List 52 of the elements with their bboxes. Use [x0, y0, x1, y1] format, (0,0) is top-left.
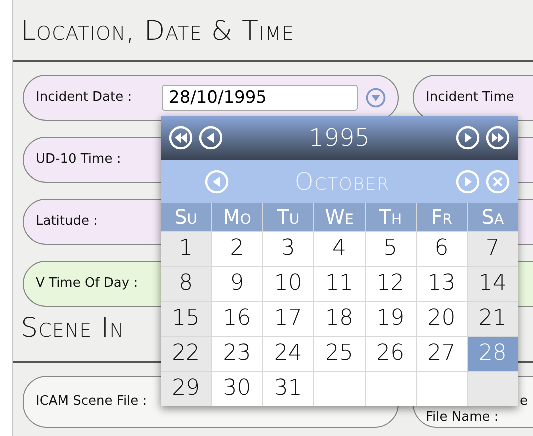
weekday-header: Su: [161, 203, 212, 231]
day-cell[interactable]: 13: [416, 267, 467, 301]
weekday-header: Tu: [263, 203, 314, 231]
field-label: Incident Date :: [36, 90, 134, 106]
day-cell[interactable]: 10: [263, 267, 314, 301]
day-cell[interactable]: 31: [263, 372, 314, 406]
month-label: October: [294, 168, 392, 196]
field-label: Incident Time: [426, 90, 514, 106]
weekday-header: Fr: [416, 203, 467, 231]
field-label: ICAM Scene File :: [36, 394, 148, 410]
day-cell[interactable]: 16: [212, 302, 262, 336]
day-cell[interactable]: 11: [314, 267, 365, 301]
field-label: UD-10 Time :: [36, 152, 122, 168]
day-cell[interactable]: 22: [161, 337, 212, 371]
day-cell[interactable]: 24: [263, 337, 314, 371]
day-cell[interactable]: 12: [366, 267, 416, 301]
weekday-header: Th: [366, 203, 416, 231]
day-cell[interactable]: 15: [161, 302, 212, 336]
section-heading: Scene In: [21, 312, 124, 346]
day-cell[interactable]: 29: [161, 372, 212, 406]
day-cell[interactable]: 8: [161, 267, 212, 301]
day-cell[interactable]: 7: [468, 232, 518, 266]
date-field[interactable]: 28/10/1995: [162, 85, 358, 111]
day-cell[interactable]: 6: [416, 232, 467, 266]
day-cell[interactable]: 26: [366, 337, 416, 371]
double-left-icon[interactable]: [169, 126, 193, 150]
day-cell[interactable]: 14: [468, 267, 518, 301]
day-cell[interactable]: 19: [366, 302, 416, 336]
day-cell[interactable]: 5: [366, 232, 416, 266]
day-cell[interactable]: 17: [263, 302, 314, 336]
field-label: V Time Of Day :: [36, 276, 140, 292]
day-cell[interactable]: 30: [212, 372, 262, 406]
day-cell[interactable]: 25: [314, 337, 365, 371]
day-cell[interactable]: 9: [212, 267, 262, 301]
day-cell[interactable]: 3: [263, 232, 314, 266]
field-label: File Name :: [426, 410, 499, 426]
day-cell[interactable]: 4: [314, 232, 365, 266]
weekday-header: We: [314, 203, 365, 231]
day-cell[interactable]: 27: [416, 337, 467, 371]
day-cell[interactable]: 23: [212, 337, 262, 371]
field-label: e: [520, 394, 528, 410]
day-cell[interactable]: 21: [468, 302, 518, 336]
double-right-icon[interactable]: [486, 126, 510, 150]
day-cell[interactable]: 2: [212, 232, 262, 266]
section-heading: Location, Date & Time: [21, 15, 294, 49]
weekday-header: Mo: [212, 203, 262, 231]
day-cell[interactable]: 1: [161, 232, 212, 266]
year-label: 1995: [308, 124, 372, 152]
day-cell[interactable]: 18: [314, 302, 365, 336]
weekday-header: Sa: [468, 203, 518, 231]
field-label: Latitude :: [36, 214, 100, 230]
day-cell[interactable]: 20: [416, 302, 467, 336]
